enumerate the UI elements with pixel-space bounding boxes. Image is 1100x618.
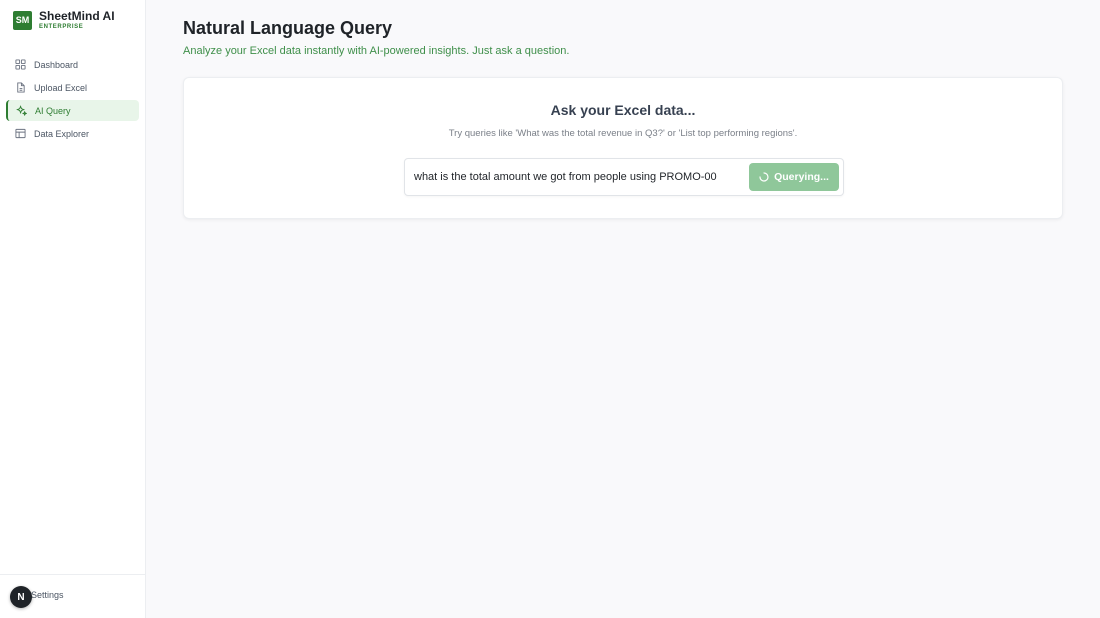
sidebar-item-ai-query[interactable]: AI Query xyxy=(6,100,139,121)
spinner-icon xyxy=(759,172,769,182)
sidebar-nav: Dashboard Upload Excel AI Query Data Exp… xyxy=(6,54,139,146)
table-icon xyxy=(15,128,26,139)
dev-badge-icon[interactable]: N xyxy=(10,586,32,608)
page-title: Natural Language Query xyxy=(183,18,393,38)
brand-name: SheetMind AI xyxy=(39,9,115,23)
query-card-title: Ask your Excel data... xyxy=(550,102,696,118)
brand-tier: ENTERPRISE xyxy=(39,24,84,30)
brand[interactable]: SM SheetMind AI ENTERPRISE xyxy=(13,10,115,30)
main-content: Natural Language Query Analyze your Exce… xyxy=(146,0,1100,618)
page-subtitle: Analyze your Excel data instantly with A… xyxy=(183,45,570,57)
sidebar-item-upload-excel[interactable]: Upload Excel xyxy=(6,77,139,98)
query-card: Ask your Excel data... Try queries like … xyxy=(183,77,1063,219)
file-icon xyxy=(15,82,26,93)
sidebar-item-label: Dashboard xyxy=(34,59,79,70)
sidebar-footer: Settings N xyxy=(0,574,146,618)
query-hint: Try queries like 'What was the total rev… xyxy=(448,128,798,139)
brand-logo: SM xyxy=(13,10,32,30)
sidebar-item-label: AI Query xyxy=(35,105,71,116)
sidebar-item-dashboard[interactable]: Dashboard xyxy=(6,54,139,75)
sparkles-icon xyxy=(16,105,27,116)
grid-icon xyxy=(15,59,26,70)
sidebar-item-label: Data Explorer xyxy=(34,128,90,139)
sidebar-item-data-explorer[interactable]: Data Explorer xyxy=(6,123,139,144)
query-submit-label: Querying... xyxy=(774,171,829,183)
query-submit-button[interactable]: Querying... xyxy=(749,163,839,191)
query-form: Querying... xyxy=(404,158,844,196)
query-input[interactable] xyxy=(414,159,744,195)
sidebar-item-settings[interactable]: Settings xyxy=(31,590,64,600)
sidebar-item-label: Upload Excel xyxy=(34,82,88,93)
sidebar: SM SheetMind AI ENTERPRISE Dashboard Upl… xyxy=(0,0,146,618)
